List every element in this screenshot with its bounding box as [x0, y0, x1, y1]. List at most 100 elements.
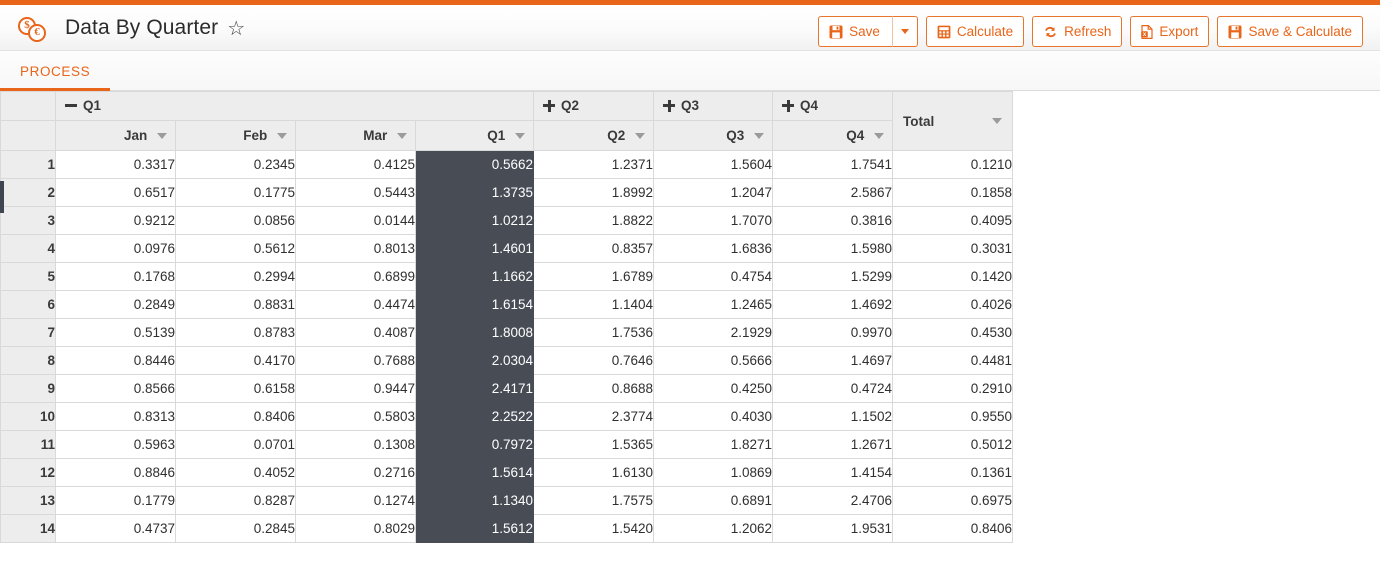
cell-calculated[interactable]: 2.2522	[414, 402, 535, 431]
table-row[interactable]: 11 0.5963 0.0701 0.1308 0.7972 1.5365 1.8271 1.…	[0, 430, 1014, 459]
cell-calculated[interactable]: 1.1340	[414, 486, 535, 515]
cell-value[interactable]: 0.9212	[55, 206, 176, 235]
table-row[interactable]: 9 0.8566 0.6158 0.9447 2.4171 0.8688 0.4250 0.4…	[0, 374, 1014, 403]
cell-value[interactable]: 0.6891	[653, 486, 774, 515]
cell-value[interactable]: 0.8357	[533, 234, 655, 263]
cell-value[interactable]: 0.2716	[295, 458, 416, 487]
cell-value[interactable]: 0.8846	[55, 458, 176, 487]
cell-value[interactable]: 0.2994	[175, 262, 296, 291]
cell-value[interactable]: 1.2465	[653, 290, 774, 319]
cell-value[interactable]: 1.5980	[772, 234, 894, 263]
cell-value[interactable]: 1.8822	[533, 206, 655, 235]
cell-total[interactable]: 0.6975	[892, 486, 1014, 515]
cell-value[interactable]: 0.3317	[55, 150, 176, 179]
cell-calculated[interactable]: 1.0212	[414, 206, 535, 235]
filter-triangle-icon[interactable]	[754, 133, 765, 139]
row-number-cell[interactable]: 8	[0, 346, 56, 375]
cell-value[interactable]: 0.4754	[653, 262, 774, 291]
cell-value[interactable]: 2.5867	[772, 178, 894, 207]
filter-triangle-icon[interactable]	[397, 133, 407, 139]
cell-value[interactable]: 0.1768	[55, 262, 176, 291]
filter-triangle-icon[interactable]	[874, 133, 885, 139]
cell-value[interactable]: 0.7688	[295, 346, 416, 375]
cell-value[interactable]: 0.8287	[175, 486, 296, 515]
cell-value[interactable]: 1.6836	[653, 234, 774, 263]
cell-value[interactable]: 0.8313	[55, 402, 176, 431]
cell-total[interactable]: 0.1361	[892, 458, 1014, 487]
cell-calculated[interactable]: 1.3735	[414, 178, 535, 207]
cell-total[interactable]: 0.3031	[892, 234, 1014, 263]
cell-calculated[interactable]: 2.0304	[414, 346, 535, 375]
table-row[interactable]: 10 0.8313 0.8406 0.5803 2.2522 2.3774 0.4030 1.…	[0, 402, 1014, 431]
cell-value[interactable]: 0.8446	[55, 346, 176, 375]
cell-value[interactable]: 0.5612	[175, 234, 296, 263]
row-number-cell[interactable]: 3	[0, 206, 56, 235]
cell-calculated[interactable]: 1.1662	[414, 262, 535, 291]
table-row[interactable]: 12 0.8846 0.4052 0.2716 1.5614 1.6130 1.0869 1.…	[0, 458, 1014, 487]
column-header-q2[interactable]: Q2	[533, 120, 655, 151]
group-header-q2[interactable]: Q2	[533, 91, 655, 121]
cell-total[interactable]: 0.5012	[892, 430, 1014, 459]
star-outline-icon[interactable]: ☆	[227, 19, 245, 39]
row-number-cell[interactable]: 5	[0, 262, 56, 291]
column-header-feb[interactable]: Feb	[175, 120, 296, 151]
calculate-button[interactable]: Calculate	[925, 16, 1025, 47]
cell-value[interactable]: 1.2671	[772, 430, 894, 459]
cell-value[interactable]: 1.1502	[772, 402, 894, 431]
column-header-q1[interactable]: Q1	[414, 120, 535, 151]
cell-value[interactable]: 0.1779	[55, 486, 176, 515]
cell-value[interactable]: 0.8029	[295, 514, 416, 543]
cell-total[interactable]: 0.4530	[892, 318, 1014, 347]
cell-value[interactable]: 1.2047	[653, 178, 774, 207]
cell-value[interactable]: 0.8688	[533, 374, 655, 403]
cell-value[interactable]: 1.7541	[772, 150, 894, 179]
table-row[interactable]: 2 0.6517 0.1775 0.5443 1.3735 1.8992 1.2047 2.5…	[0, 178, 1014, 207]
cell-value[interactable]: 0.4030	[653, 402, 774, 431]
row-number-cell[interactable]: 6	[0, 290, 56, 319]
cell-value[interactable]: 0.6517	[55, 178, 176, 207]
column-header-mar[interactable]: Mar	[295, 120, 416, 151]
filter-triangle-icon[interactable]	[277, 133, 287, 139]
cell-value[interactable]: 0.4052	[175, 458, 296, 487]
cell-value[interactable]: 1.6789	[533, 262, 655, 291]
table-row[interactable]: 3 0.9212 0.0856 0.0144 1.0212 1.8822 1.7070 0.3…	[0, 206, 1014, 235]
cell-value[interactable]: 0.4087	[295, 318, 416, 347]
cell-value[interactable]: 0.6158	[175, 374, 296, 403]
cell-calculated[interactable]: 1.5614	[414, 458, 535, 487]
cell-value[interactable]: 0.8013	[295, 234, 416, 263]
cell-calculated[interactable]: 1.5612	[414, 514, 535, 543]
cell-value[interactable]: 2.3774	[533, 402, 655, 431]
table-row[interactable]: 8 0.8446 0.4170 0.7688 2.0304 0.7646 0.5666 1.4…	[0, 346, 1014, 375]
cell-value[interactable]: 1.4692	[772, 290, 894, 319]
table-row[interactable]: 1 0.3317 0.2345 0.4125 0.5662 1.2371 1.5604 1.7…	[0, 150, 1014, 179]
save-and-calculate-button[interactable]: Save & Calculate	[1217, 16, 1363, 47]
cell-value[interactable]: 1.4154	[772, 458, 894, 487]
column-header-jan[interactable]: Jan	[55, 120, 176, 151]
cell-value[interactable]: 0.0976	[55, 234, 176, 263]
row-number-cell[interactable]: 10	[0, 402, 56, 431]
cell-value[interactable]: 0.1775	[175, 178, 296, 207]
cell-value[interactable]: 1.5604	[653, 150, 774, 179]
cell-total[interactable]: 0.8406	[892, 514, 1014, 543]
row-number-cell[interactable]: 12	[0, 458, 56, 487]
cell-value[interactable]: 2.4706	[772, 486, 894, 515]
cell-value[interactable]: 1.5365	[533, 430, 655, 459]
cell-value[interactable]: 1.6130	[533, 458, 655, 487]
plus-icon[interactable]	[543, 99, 556, 112]
table-row[interactable]: 13 0.1779 0.8287 0.1274 1.1340 1.7575 0.6891 2.…	[0, 486, 1014, 515]
cell-value[interactable]: 0.2345	[175, 150, 296, 179]
cell-value[interactable]: 0.1308	[295, 430, 416, 459]
row-number-cell[interactable]: 7	[0, 318, 56, 347]
cell-value[interactable]: 1.1404	[533, 290, 655, 319]
cell-value[interactable]: 1.7575	[533, 486, 655, 515]
cell-value[interactable]: 0.3816	[772, 206, 894, 235]
cell-value[interactable]: 1.5420	[533, 514, 655, 543]
filter-triangle-icon[interactable]	[157, 133, 167, 139]
cell-calculated[interactable]: 1.6154	[414, 290, 535, 319]
table-row[interactable]: 4 0.0976 0.5612 0.8013 1.4601 0.8357 1.6836 1.5…	[0, 234, 1014, 263]
column-header-total[interactable]: Total	[892, 91, 1014, 151]
cell-value[interactable]: 0.5666	[653, 346, 774, 375]
cell-calculated[interactable]: 1.4601	[414, 234, 535, 263]
table-row[interactable]: 5 0.1768 0.2994 0.6899 1.1662 1.6789 0.4754 1.5…	[0, 262, 1014, 291]
cell-value[interactable]: 0.5139	[55, 318, 176, 347]
